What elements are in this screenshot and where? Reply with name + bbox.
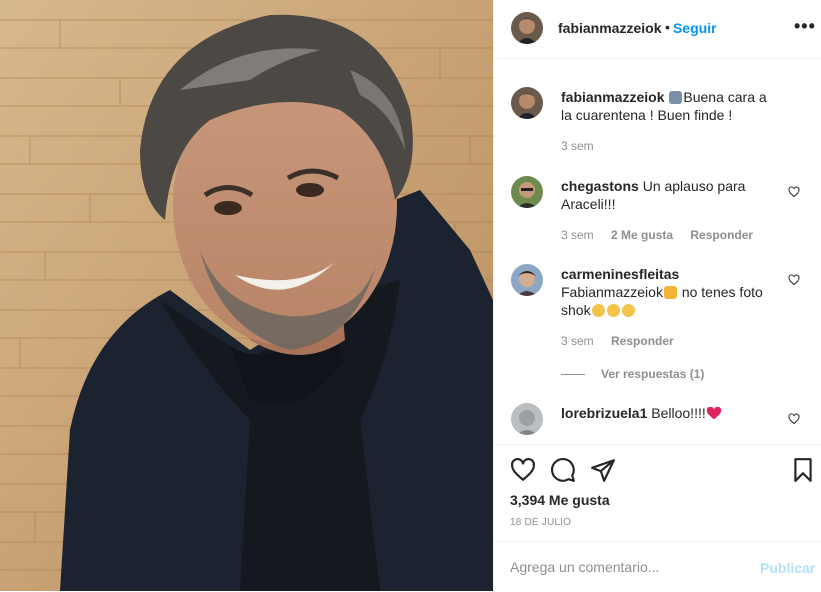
caption-username[interactable]: fabianmazzeiok <box>561 89 664 105</box>
caption-meta: 3 sem <box>561 139 608 153</box>
reply-button[interactable]: Responder <box>611 334 674 348</box>
post-date[interactable]: 18 DE JULIO <box>510 517 571 528</box>
post-header: fabianmazzeiok • Seguir ••• <box>494 0 821 59</box>
comment-like-heart-icon[interactable] <box>788 413 800 425</box>
reply-button[interactable]: Responder <box>690 228 753 242</box>
comment-input[interactable] <box>510 557 740 577</box>
caption-text: fabianmazzeiok Buena cara a la cuarenten… <box>561 88 781 124</box>
instagram-post-view: fabianmazzeiok • Seguir ••• fabianmazzei… <box>0 0 821 591</box>
comment-body-mention[interactable]: Fabianmazzeiok <box>561 284 663 300</box>
comments-list[interactable]: fabianmazzeiok Buena cara a la cuarenten… <box>494 59 821 444</box>
commenter-avatar[interactable] <box>511 403 543 435</box>
emoji-icon <box>606 304 620 317</box>
emoji-icon <box>591 304 605 317</box>
author-avatar[interactable] <box>511 12 543 44</box>
share-icon[interactable] <box>590 457 616 483</box>
comment-username[interactable]: chegastons <box>561 178 639 194</box>
comment-username[interactable]: carmeninesfleitas <box>561 266 679 282</box>
comment-text: carmeninesfleitas Fabianmazzeiok no tene… <box>561 265 781 319</box>
view-replies-button[interactable]: Ver respuestas (1) <box>561 367 704 381</box>
commenter-avatar[interactable] <box>511 176 543 208</box>
emoji-icon <box>669 91 683 104</box>
emoji-icon <box>621 304 635 317</box>
comment-meta: 3 sem Responder <box>561 334 688 348</box>
post-photo[interactable] <box>0 0 493 591</box>
post-photo-illustration <box>0 0 493 591</box>
comment-like-heart-icon[interactable] <box>788 186 800 198</box>
likes-count[interactable]: 3,394 Me gusta <box>510 492 610 508</box>
add-comment-bar: Publicar <box>494 541 821 592</box>
comment-text: lorebrizuela1 Belloo!!!! <box>561 404 781 422</box>
comment-text: chegastons Un aplauso para Araceli!!! <box>561 177 781 213</box>
replies-line <box>561 374 585 376</box>
comment-like-heart-icon[interactable] <box>788 274 800 286</box>
comment-username[interactable]: lorebrizuela1 <box>561 405 647 421</box>
comment-body: Belloo!!!! <box>651 405 706 421</box>
comment-meta: 3 sem 2 Me gusta Responder <box>561 228 767 242</box>
caption-avatar[interactable] <box>511 87 543 119</box>
heart-icon[interactable] <box>510 457 536 483</box>
comment-likes[interactable]: 2 Me gusta <box>611 228 673 242</box>
comment-time[interactable]: 3 sem <box>561 334 594 348</box>
publish-button[interactable]: Publicar <box>760 560 815 576</box>
emoji-icon <box>663 286 677 299</box>
post-side-panel: fabianmazzeiok • Seguir ••• fabianmazzei… <box>493 0 821 591</box>
separator-dot: • <box>665 19 670 35</box>
post-actions: 3,394 Me gusta 18 DE JULIO <box>494 444 821 543</box>
commenter-avatar[interactable] <box>511 264 543 296</box>
view-replies-label: Ver respuestas (1) <box>601 367 705 381</box>
author-username[interactable]: fabianmazzeiok <box>558 20 661 36</box>
comment-time[interactable]: 3 sem <box>561 228 594 242</box>
follow-button[interactable]: Seguir <box>673 20 717 36</box>
bookmark-icon[interactable] <box>790 457 816 483</box>
caption-time[interactable]: 3 sem <box>561 139 594 153</box>
comment-icon[interactable] <box>550 457 576 483</box>
more-options-icon[interactable]: ••• <box>794 16 816 37</box>
red-heart-icon <box>706 406 721 420</box>
